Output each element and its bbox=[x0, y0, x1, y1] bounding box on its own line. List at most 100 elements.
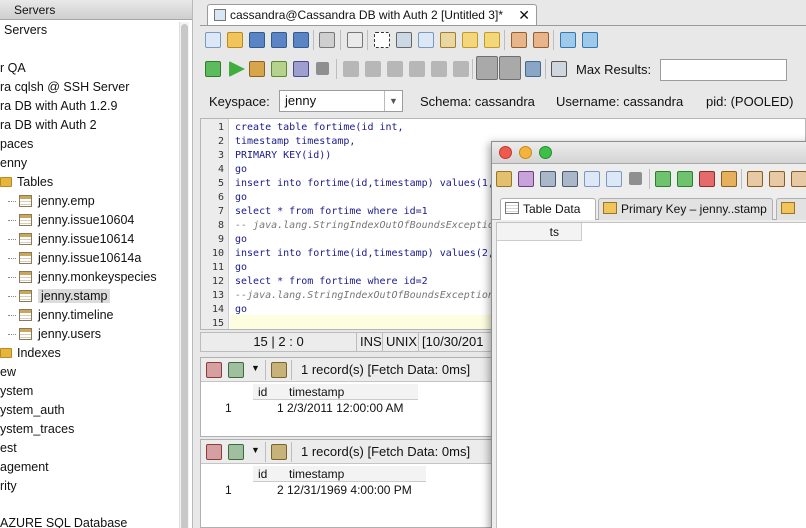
code-line[interactable]: go bbox=[235, 262, 247, 273]
tree-item[interactable]: paces bbox=[0, 135, 33, 154]
editor-tab[interactable]: cassandra@Cassandra DB with Auth 2 [Unti… bbox=[207, 4, 537, 25]
tree-item[interactable]: ra DB with Auth 2 bbox=[0, 116, 97, 135]
paste-rows-icon[interactable] bbox=[606, 171, 622, 187]
rollback-icon[interactable] bbox=[769, 171, 785, 187]
new-file-icon[interactable] bbox=[205, 32, 221, 48]
results-in-tabs-toggle[interactable] bbox=[499, 56, 521, 80]
execute-explain-icon[interactable] bbox=[271, 61, 287, 77]
tree-item[interactable]: est bbox=[0, 439, 17, 458]
max-results-input[interactable] bbox=[660, 59, 787, 81]
first-statement-icon[interactable] bbox=[343, 61, 359, 77]
add-row-icon[interactable] bbox=[655, 171, 671, 187]
replace-icon[interactable] bbox=[533, 32, 549, 48]
tree-scrollbar[interactable] bbox=[179, 22, 189, 528]
tree-item[interactable]: jenny.issue10604 bbox=[8, 211, 134, 230]
tree-item[interactable]: ystem_auth bbox=[0, 401, 65, 420]
goto-statement-icon[interactable] bbox=[431, 61, 447, 77]
save-all-icon[interactable] bbox=[293, 32, 309, 48]
tree-item[interactable]: jenny.timeline bbox=[8, 306, 114, 325]
execute-icon[interactable] bbox=[229, 61, 245, 77]
export-icon[interactable] bbox=[228, 362, 244, 378]
code-line[interactable]: -- java.lang.StringIndexOutOfBoundsExcep… bbox=[235, 220, 494, 231]
code-line[interactable]: go bbox=[235, 234, 247, 245]
code-line[interactable]: go bbox=[235, 192, 247, 203]
stop-icon[interactable] bbox=[629, 172, 642, 185]
jump-statement-icon[interactable] bbox=[453, 61, 469, 77]
tree-item[interactable]: Indexes bbox=[0, 344, 61, 363]
delete-row-icon[interactable] bbox=[699, 171, 715, 187]
tree-item[interactable]: r QA bbox=[0, 59, 26, 78]
tree-item[interactable]: jenny.monkeyspecies bbox=[8, 268, 157, 287]
filter-icon[interactable] bbox=[518, 171, 534, 187]
page-setup-icon[interactable] bbox=[347, 32, 363, 48]
tree-item[interactable]: AZURE SQL Database bbox=[0, 514, 127, 528]
duplicate-row-icon[interactable] bbox=[677, 171, 693, 187]
open-folder-icon[interactable] bbox=[227, 32, 243, 48]
chevron-down-icon[interactable]: ▼ bbox=[251, 445, 260, 455]
tree-item[interactable]: jenny.emp bbox=[8, 192, 95, 211]
select-all-icon[interactable] bbox=[374, 32, 390, 48]
execute-to-file-icon[interactable] bbox=[293, 61, 309, 77]
sort-icon[interactable] bbox=[562, 171, 578, 187]
column-header-timestamp[interactable]: timestamp bbox=[289, 467, 344, 481]
window-title-bar[interactable] bbox=[492, 142, 806, 164]
code-line[interactable]: timestamp timestamp, bbox=[235, 136, 355, 147]
auto-commit-icon[interactable] bbox=[551, 61, 567, 77]
copy-icon[interactable] bbox=[418, 32, 434, 48]
find-icon[interactable] bbox=[511, 32, 527, 48]
copy-rows-icon[interactable] bbox=[584, 171, 600, 187]
close-window-icon[interactable] bbox=[499, 146, 512, 159]
code-line[interactable]: go bbox=[235, 304, 247, 315]
tree-item[interactable]: jenny.issue10614a bbox=[8, 249, 141, 268]
code-line[interactable]: insert into fortime(id,timestamp) values… bbox=[235, 178, 494, 189]
tree-item[interactable]: agement bbox=[0, 458, 49, 477]
tab-table-data[interactable]: Table Data bbox=[500, 198, 596, 220]
minimize-window-icon[interactable] bbox=[519, 146, 532, 159]
format-sql-icon[interactable] bbox=[560, 32, 576, 48]
refresh-icon[interactable] bbox=[271, 444, 287, 460]
code-line[interactable]: create table fortime(id int, bbox=[235, 122, 404, 133]
column-header-id[interactable]: id bbox=[258, 467, 267, 481]
close-tab-icon[interactable]: ✕ bbox=[518, 5, 530, 25]
keyspace-select[interactable]: jenny ▼ bbox=[279, 90, 403, 112]
column-header-id[interactable]: id bbox=[258, 385, 267, 399]
code-line[interactable]: go bbox=[235, 164, 247, 175]
print-icon[interactable] bbox=[319, 32, 335, 48]
code-line[interactable]: select * from fortime where id=1 bbox=[235, 206, 428, 217]
previous-statement-icon[interactable] bbox=[365, 61, 381, 77]
tree-item[interactable]: Tables bbox=[0, 173, 53, 192]
tree-item[interactable]: ew bbox=[0, 363, 16, 382]
results-in-grid-toggle[interactable] bbox=[476, 56, 498, 80]
tree-item[interactable]: rity bbox=[0, 477, 17, 496]
code-line[interactable]: select * from fortime where id=2 bbox=[235, 276, 428, 287]
chevron-down-icon[interactable]: ▼ bbox=[251, 363, 260, 373]
cell-timestamp[interactable]: 12/31/1969 4:00:00 PM bbox=[287, 483, 412, 497]
execute-current-icon[interactable] bbox=[249, 61, 265, 77]
chevron-down-icon[interactable]: ▼ bbox=[384, 91, 402, 111]
tree-item[interactable]: ystem_traces bbox=[0, 420, 74, 439]
maximize-window-icon[interactable] bbox=[539, 146, 552, 159]
undo-icon[interactable] bbox=[462, 32, 478, 48]
code-line[interactable]: PRIMARY KEY(id)) bbox=[235, 150, 331, 161]
execute-all-icon[interactable] bbox=[205, 61, 221, 77]
refresh-icon[interactable] bbox=[496, 171, 512, 187]
results-layout-icon[interactable] bbox=[525, 61, 541, 77]
stop-icon[interactable] bbox=[316, 62, 329, 75]
tree-item[interactable]: ystem bbox=[0, 382, 33, 401]
save-as-icon[interactable] bbox=[271, 32, 287, 48]
tree-item[interactable]: Servers bbox=[4, 21, 47, 40]
commit-icon[interactable] bbox=[747, 171, 763, 187]
sql-filter-icon[interactable] bbox=[540, 171, 556, 187]
tree-item[interactable]: jenny.stamp bbox=[8, 287, 111, 306]
cell-id[interactable]: 1 bbox=[277, 401, 284, 415]
code-line[interactable]: --java.lang.StringIndexOutOfBoundsExcept… bbox=[235, 290, 494, 301]
cell-id[interactable]: 2 bbox=[277, 483, 284, 497]
tree-item[interactable]: enny bbox=[0, 154, 27, 173]
tree-item[interactable]: jenny.users bbox=[8, 325, 101, 344]
compress-sql-icon[interactable] bbox=[582, 32, 598, 48]
refresh-icon[interactable] bbox=[271, 362, 287, 378]
tree-item[interactable]: ra cqlsh @ SSH Server bbox=[0, 78, 129, 97]
redo-icon[interactable] bbox=[484, 32, 500, 48]
result-grid-icon[interactable] bbox=[206, 444, 222, 460]
cut-icon[interactable] bbox=[396, 32, 412, 48]
